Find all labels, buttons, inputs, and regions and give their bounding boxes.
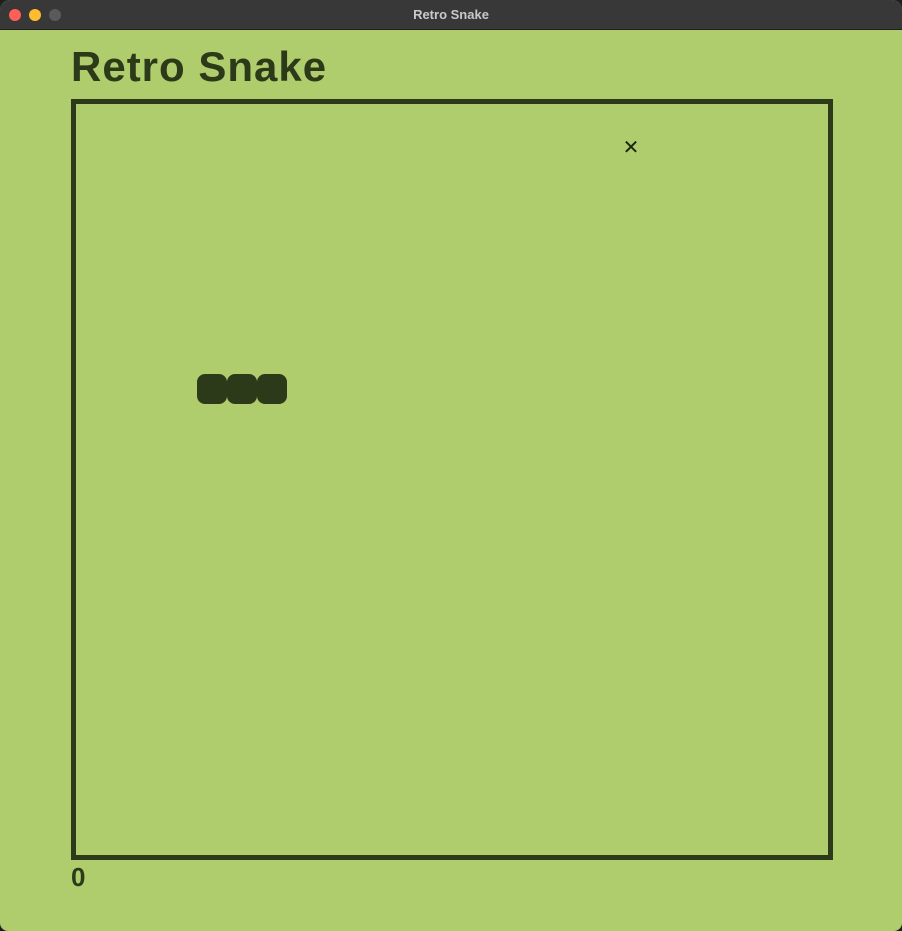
snake-segment: [227, 374, 257, 404]
food-icon: ✕: [622, 135, 640, 159]
snake-segment: [197, 374, 227, 404]
window-title: Retro Snake: [413, 7, 489, 22]
game-title: Retro Snake: [71, 43, 328, 90]
snake-head: [257, 374, 287, 404]
score-value: 0: [71, 862, 86, 892]
app-window: Retro Snake Retro Snake ✕ 0: [0, 0, 902, 931]
title-bar[interactable]: Retro Snake: [0, 0, 902, 30]
game-board[interactable]: ✕: [71, 99, 833, 860]
